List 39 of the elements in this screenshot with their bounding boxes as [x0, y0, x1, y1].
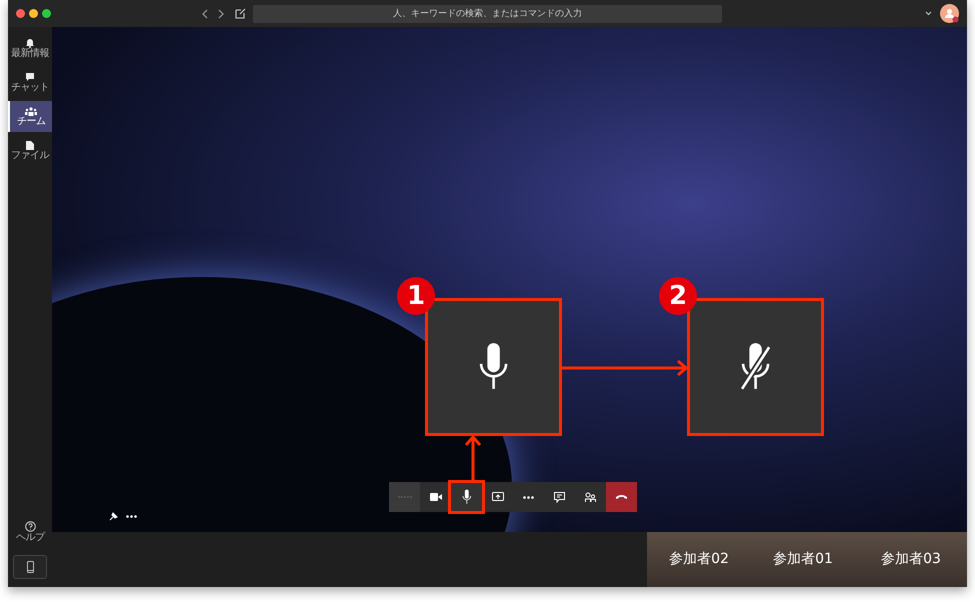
participant-video-tile: 参加者02 [647, 532, 751, 587]
people-icon [585, 492, 596, 502]
chat-icon [25, 72, 35, 82]
people-icon [25, 106, 37, 116]
zoom-button[interactable] [42, 9, 51, 18]
device-button[interactable] [13, 555, 47, 579]
participant-video-tile: 参加者01 [751, 532, 855, 587]
chat-icon [554, 492, 565, 502]
dash-icon [398, 496, 412, 498]
hang-up-icon [615, 494, 628, 500]
avatar-icon[interactable] [940, 4, 959, 23]
hang-up-button[interactable] [606, 482, 637, 512]
more-icon [523, 496, 534, 498]
help-button[interactable]: ヘルプ [8, 516, 52, 547]
rail-tab[interactable]: 最新情報 [8, 33, 52, 64]
file-icon [26, 140, 34, 150]
participant-video-tile: 参加者03 [855, 532, 967, 587]
rail-tab[interactable]: チャット [8, 67, 52, 98]
rail-tab[interactable]: ファイル [8, 135, 52, 166]
forward-icon[interactable] [217, 8, 225, 18]
minimize-button[interactable] [29, 9, 38, 18]
share-screen-icon [492, 492, 504, 502]
microphone-icon [462, 489, 472, 505]
back-icon[interactable] [201, 8, 209, 18]
participants-button[interactable] [575, 482, 606, 512]
camera-icon [430, 493, 442, 501]
chevron-icon[interactable] [925, 11, 932, 16]
more-icon[interactable] [126, 515, 137, 518]
rail-tab[interactable]: チーム [8, 101, 52, 132]
search-field[interactable]: 人、キーワードの検索、またはコマンドの入力 [253, 4, 722, 22]
close-button[interactable] [16, 9, 25, 18]
mic-button[interactable] [448, 480, 485, 514]
phone-icon [26, 561, 34, 573]
camera-button[interactable] [420, 482, 451, 512]
share-button[interactable] [482, 482, 513, 512]
compose-icon[interactable] [235, 8, 246, 19]
pin-icon[interactable] [109, 512, 118, 521]
help-icon [24, 520, 36, 532]
bell-icon [25, 38, 35, 48]
